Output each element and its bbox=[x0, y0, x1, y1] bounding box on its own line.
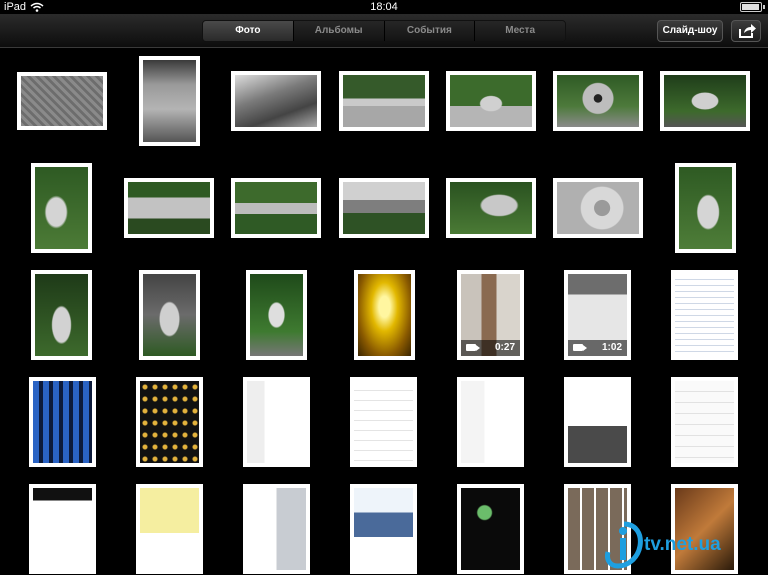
photo-image bbox=[664, 75, 746, 127]
video-thumbnail[interactable]: 0:27 bbox=[457, 270, 524, 360]
photo-image bbox=[461, 381, 520, 463]
photo-image bbox=[461, 488, 520, 570]
photo-thumbnail[interactable] bbox=[243, 377, 310, 467]
photo-image bbox=[343, 75, 425, 127]
photo-image bbox=[247, 488, 306, 570]
photo-image bbox=[143, 274, 196, 356]
photo-image bbox=[235, 75, 317, 127]
battery-icon bbox=[740, 2, 765, 12]
tab-albums[interactable]: Альбомы bbox=[292, 21, 384, 41]
tab-events[interactable]: События bbox=[383, 21, 475, 41]
photo-image bbox=[140, 381, 199, 463]
share-button[interactable] bbox=[731, 20, 761, 42]
video-camera-icon bbox=[573, 344, 587, 351]
tab-photos[interactable]: Фото bbox=[203, 21, 293, 41]
watermark-text: tv.net.ua bbox=[644, 534, 721, 555]
photo-image bbox=[235, 182, 317, 234]
clock: 18:04 bbox=[370, 1, 398, 13]
photo-thumbnail[interactable] bbox=[29, 484, 96, 574]
video-duration: 0:27 bbox=[494, 342, 515, 353]
photo-image bbox=[354, 381, 413, 463]
photo-image bbox=[568, 381, 627, 463]
photo-image bbox=[354, 488, 413, 570]
photo-thumbnail[interactable] bbox=[675, 163, 736, 253]
photo-thumbnail[interactable] bbox=[446, 71, 536, 131]
photo-image bbox=[358, 274, 411, 356]
photo-thumbnail[interactable] bbox=[246, 270, 307, 360]
photo-thumbnail[interactable] bbox=[139, 56, 200, 146]
photo-image bbox=[675, 381, 734, 463]
photo-image bbox=[143, 60, 196, 142]
photo-grid: 0:27 1:02 bbox=[0, 48, 768, 575]
photo-thumbnail[interactable] bbox=[31, 270, 92, 360]
photo-thumbnail[interactable] bbox=[231, 178, 321, 238]
photo-image bbox=[21, 76, 103, 126]
photo-thumbnail[interactable] bbox=[671, 377, 738, 467]
photo-image bbox=[675, 274, 734, 356]
photo-image bbox=[128, 182, 210, 234]
photo-thumbnail[interactable] bbox=[136, 484, 203, 574]
photo-thumbnail[interactable] bbox=[29, 377, 96, 467]
share-icon bbox=[739, 24, 756, 38]
photo-image bbox=[33, 381, 92, 463]
video-camera-icon bbox=[466, 344, 480, 351]
video-duration: 1:02 bbox=[601, 342, 622, 353]
photo-image bbox=[247, 381, 306, 463]
photo-image bbox=[343, 182, 425, 234]
slideshow-button[interactable]: Слайд-шоу bbox=[657, 20, 723, 42]
photo-image bbox=[679, 167, 732, 249]
photo-image bbox=[140, 488, 199, 570]
photo-thumbnail[interactable] bbox=[231, 71, 321, 131]
video-info-bar: 0:27 bbox=[461, 340, 520, 356]
photo-thumbnail[interactable] bbox=[457, 377, 524, 467]
photo-image bbox=[450, 182, 532, 234]
photo-thumbnail[interactable] bbox=[553, 178, 643, 238]
photo-thumbnail[interactable] bbox=[136, 377, 203, 467]
photo-thumbnail[interactable] bbox=[139, 270, 200, 360]
photo-thumbnail[interactable] bbox=[31, 163, 92, 253]
photo-image bbox=[557, 75, 639, 127]
status-bar: iPad 18:04 bbox=[0, 0, 768, 14]
photo-thumbnail[interactable] bbox=[339, 178, 429, 238]
photo-thumbnail[interactable] bbox=[446, 178, 536, 238]
video-image: 0:27 bbox=[461, 274, 520, 356]
tab-places[interactable]: Места bbox=[474, 21, 565, 41]
watermark: tv.net.ua bbox=[604, 520, 764, 570]
photo-image bbox=[35, 274, 88, 356]
photo-thumbnail[interactable] bbox=[564, 377, 631, 467]
photo-thumbnail[interactable] bbox=[124, 178, 214, 238]
photo-image bbox=[33, 488, 92, 570]
watermark-logo bbox=[605, 521, 643, 569]
photo-thumbnail[interactable] bbox=[17, 72, 107, 130]
view-segmented-control: Фото Альбомы События Места bbox=[202, 20, 566, 42]
video-image: 1:02 bbox=[568, 274, 627, 356]
video-info-bar: 1:02 bbox=[568, 340, 627, 356]
photo-thumbnail[interactable] bbox=[671, 270, 738, 360]
photo-image bbox=[250, 274, 303, 356]
video-thumbnail[interactable]: 1:02 bbox=[564, 270, 631, 360]
photo-thumbnail[interactable] bbox=[339, 71, 429, 131]
photo-image bbox=[450, 75, 532, 127]
photo-thumbnail[interactable] bbox=[354, 270, 415, 360]
photo-thumbnail[interactable] bbox=[553, 71, 643, 131]
photo-image bbox=[35, 167, 88, 249]
photo-thumbnail[interactable] bbox=[660, 71, 750, 131]
photo-thumbnail[interactable] bbox=[350, 377, 417, 467]
photo-thumbnail[interactable] bbox=[350, 484, 417, 574]
toolbar: Фото Альбомы События Места Слайд-шоу bbox=[0, 14, 768, 48]
photo-thumbnail[interactable] bbox=[243, 484, 310, 574]
photo-image bbox=[557, 182, 639, 234]
photo-thumbnail[interactable] bbox=[457, 484, 524, 574]
